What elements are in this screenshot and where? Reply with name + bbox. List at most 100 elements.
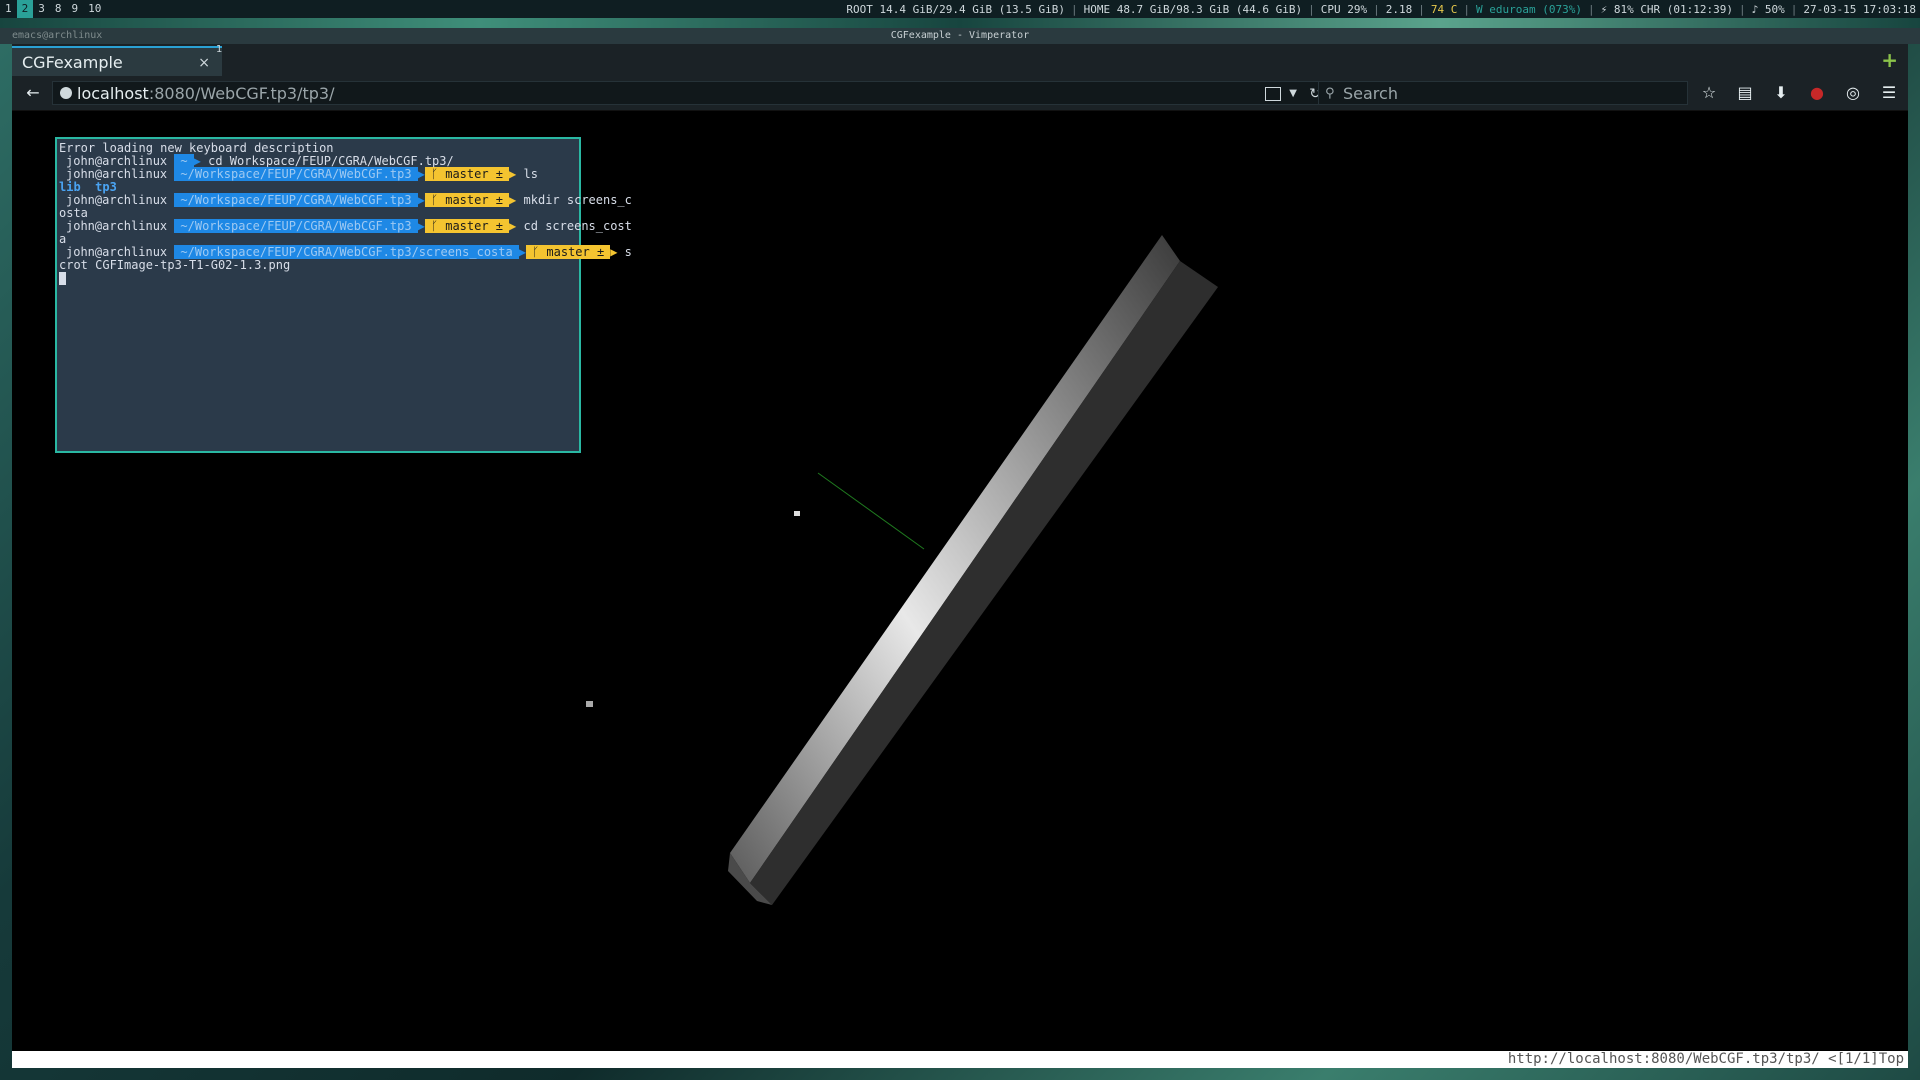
workspace-1[interactable]: 1 (0, 0, 17, 18)
globe-icon (60, 87, 72, 99)
light-marker (586, 701, 593, 707)
cpu-usage: CPU 29% (1320, 2, 1368, 16)
prompt-directory: ~ (174, 154, 194, 168)
tab-number: 1 (216, 44, 223, 55)
separator: | (1739, 2, 1746, 16)
prompt-line: john@archlinux ~/Workspace/FEUP/CGRA/Web… (59, 219, 632, 233)
tab-cgfexample[interactable]: CGFexample × (12, 46, 222, 76)
workspace-8[interactable]: 8 (50, 0, 67, 18)
top-status-bar: 1 2 3 8 9 10 ROOT 14.4 GiB/29.4 GiB (13.5 GiB… (0, 0, 1920, 18)
chevron-down-icon[interactable]: ▼ (1289, 82, 1297, 106)
workspace-2[interactable]: 2 (16, 0, 34, 18)
root-disk-usage: ROOT 14.4 GiB/29.4 GiB (13.5 GiB) (846, 2, 1065, 16)
system-status: ROOT 14.4 GiB/29.4 GiB (13.5 GiB) | HOME… (846, 3, 1920, 16)
search-input[interactable]: Search (1343, 82, 1398, 106)
separator: | (1308, 2, 1315, 16)
beam-side-face (750, 261, 1218, 905)
green-axis-line (817, 472, 925, 550)
powerline-arrow: ▶ (509, 193, 517, 207)
powerline-arrow: ▶ (193, 154, 201, 168)
powerline-arrow: ▶ (417, 219, 425, 233)
back-button[interactable]: ← (22, 82, 44, 104)
close-tab-icon[interactable]: × (198, 48, 210, 78)
terminal-text: osta (59, 206, 88, 220)
terminal-output: Error loading new keyboard description jo… (59, 141, 632, 272)
wifi-status: W eduroam (073%) (1475, 2, 1582, 16)
tab-bar: CGFexample × 1 + (12, 44, 1908, 76)
powerline-arrow: ▶ (417, 193, 425, 207)
clipboard-icon[interactable]: ▤ (1732, 80, 1758, 106)
terminal-window[interactable]: Error loading new keyboard description jo… (55, 137, 632, 453)
prompt-line: john@archlinux ~/Workspace/FEUP/CGRA/Web… (59, 167, 577, 181)
light-marker (794, 511, 800, 516)
clock: 27-03-15 17:03:18 (1803, 2, 1916, 16)
search-bar[interactable]: ⚲ Search (1318, 81, 1688, 105)
terminal-cursor-line (59, 272, 577, 285)
separator: | (1418, 2, 1425, 16)
workspace-list: 1 2 3 8 9 10 (0, 0, 106, 18)
powerline-arrow: ▶ (509, 219, 517, 233)
powerline-arrow: ▶ (518, 245, 526, 259)
window-manager-strip (0, 18, 1920, 28)
prompt-user: john@archlinux (66, 167, 168, 181)
prompt-command: mkdir screens_c (523, 193, 632, 207)
battery-status: ⚡ 81% CHR (01:12:39) (1600, 2, 1734, 16)
workspace-9[interactable]: 9 (67, 0, 84, 18)
url-path: :8080/WebCGF.tp3/tp3/ (148, 84, 335, 103)
star-icon[interactable]: ☆ (1696, 80, 1722, 106)
prompt-directory: ~/Workspace/FEUP/CGRA/WebCGF.tp3 (174, 193, 418, 207)
powerline-arrow: ▶ (509, 167, 517, 181)
new-tab-button[interactable]: + (1881, 48, 1898, 72)
prompt-user: john@archlinux (66, 219, 168, 233)
reader-view-icon[interactable] (1265, 87, 1281, 101)
url-bar[interactable]: localhost:8080/WebCGF.tp3/tp3/ ▼ ↻ (52, 81, 1332, 105)
load-average: 2.18 (1385, 2, 1413, 16)
separator: | (1373, 2, 1380, 16)
terminal-text: Error loading new keyboard description (59, 141, 334, 155)
prompt-git-branch: ᚴ master ± (525, 245, 611, 259)
prompt-command: cd Workspace/FEUP/CGRA/WebCGF.tp3/ (208, 154, 454, 168)
cpu-temperature: 74 C (1430, 2, 1458, 16)
cursor (59, 272, 66, 285)
menu-icon[interactable]: ☰ (1876, 80, 1902, 106)
prompt-directory: ~/Workspace/FEUP/CGRA/WebCGF.tp3 (174, 167, 418, 181)
prompt-git-branch: ᚴ master ± (424, 167, 510, 181)
prompt-user: john@archlinux (66, 154, 168, 168)
url-text[interactable]: localhost:8080/WebCGF.tp3/tp3/ (77, 82, 335, 106)
browser-window: CGFexample × 1 + ← localhost:8080/WebCGF… (12, 44, 1908, 1068)
powerline-arrow: ▶ (610, 245, 618, 259)
workspace-10[interactable]: 10 (83, 0, 106, 18)
separator: | (1587, 2, 1595, 16)
separator: | (1070, 2, 1078, 16)
terminal-text: crot CGFImage-tp3-T1-G02-1.3.png (59, 258, 291, 272)
prompt-command: s (624, 245, 632, 259)
prompt-user: john@archlinux (66, 193, 168, 207)
url-host: localhost (77, 84, 149, 103)
separator: | (1790, 2, 1798, 16)
terminal-text: a (59, 232, 67, 246)
window-title: CGFexample - Vimperator (890, 30, 1030, 41)
ublock-icon[interactable]: ● (1804, 80, 1830, 106)
window-titlebar: emacs@archlinux CGFexample - Vimperator (0, 28, 1920, 44)
webgl-canvas[interactable]: Error loading new keyboard description jo… (12, 111, 1908, 1051)
volume-level: ♪ 50% (1751, 2, 1785, 16)
beam-top-face (730, 235, 1180, 883)
download-icon[interactable]: ⬇ (1768, 80, 1794, 106)
prompt-directory: ~/Workspace/FEUP/CGRA/WebCGF.tp3 (174, 219, 418, 233)
prompt-command: ls (523, 167, 538, 181)
prompt-git-branch: ᚴ master ± (424, 219, 510, 233)
status-line: http://localhost:8080/WebCGF.tp3/tp3/ <[… (12, 1051, 1908, 1068)
separator: | (1463, 2, 1470, 16)
powerline-arrow: ▶ (417, 167, 425, 181)
prompt-line: john@archlinux ~/Workspace/FEUP/CGRA/Web… (59, 193, 632, 207)
navigation-bar: ← localhost:8080/WebCGF.tp3/tp3/ ▼ ↻ ⚲ S… (12, 76, 1908, 111)
workspace-3[interactable]: 3 (33, 0, 50, 18)
sync-icon[interactable]: ◎ (1840, 80, 1866, 106)
toolbar-icons: ☆ ▤ ⬇ ● ◎ ☰ (1696, 80, 1902, 106)
prompt-command: cd screens_cost (523, 219, 632, 233)
prompt-git-branch: ᚴ master ± (424, 193, 510, 207)
output-line: crot CGFImage-tp3-T1-G02-1.3.png (59, 259, 577, 272)
prompt-user: john@archlinux (66, 245, 168, 259)
home-disk-usage: HOME 48.7 GiB/98.3 GiB (44.6 GiB) (1083, 2, 1303, 16)
ls-output: lib tp3 (59, 180, 117, 194)
